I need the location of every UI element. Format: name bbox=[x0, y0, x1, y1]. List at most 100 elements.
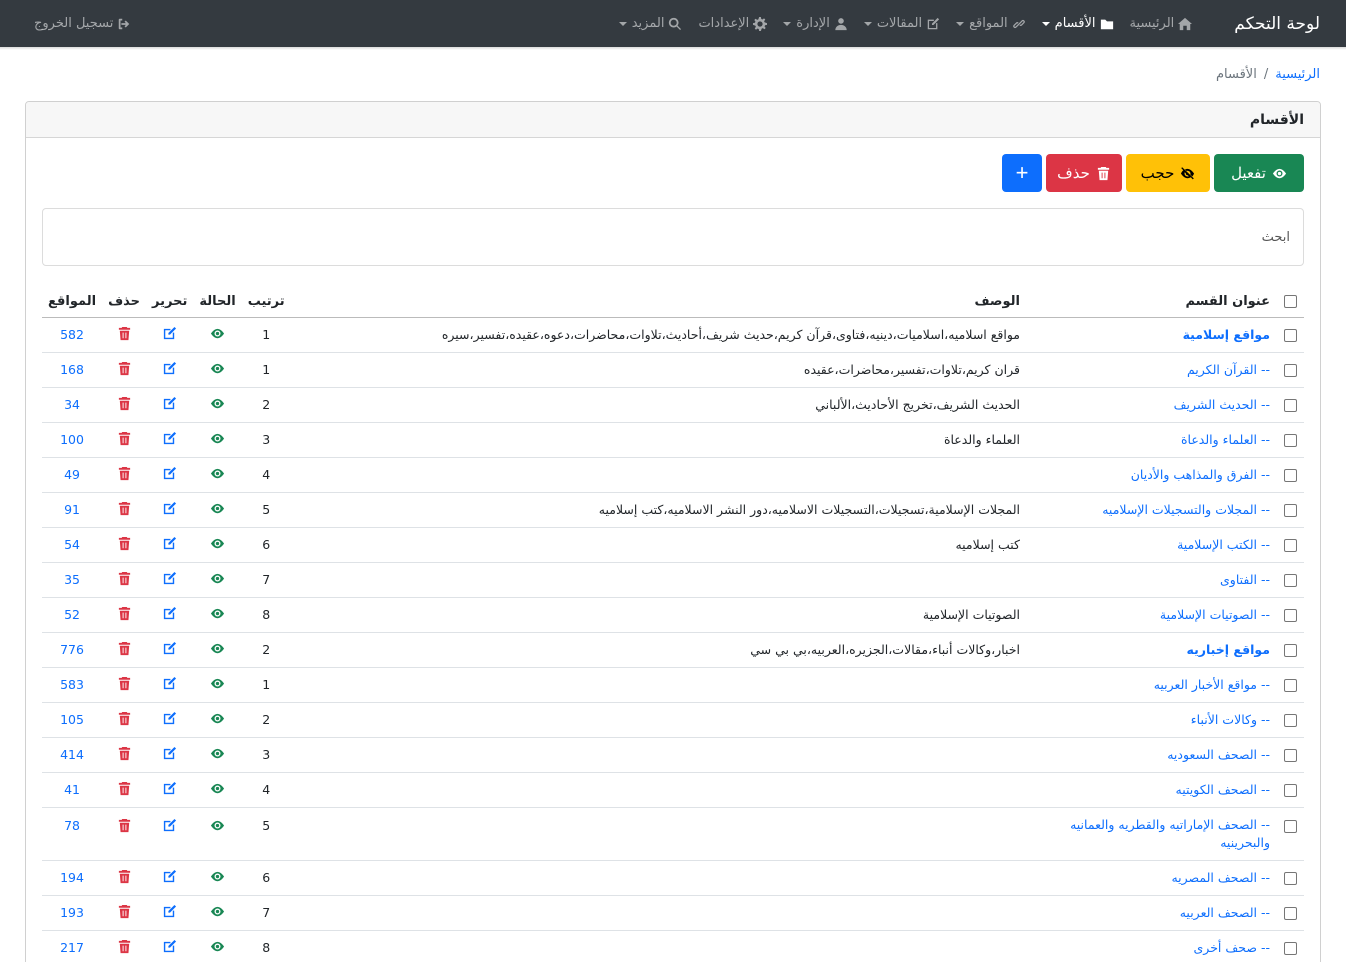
edit-icon[interactable] bbox=[162, 869, 177, 884]
status-eye-icon[interactable] bbox=[210, 818, 225, 833]
row-checkbox[interactable] bbox=[1283, 609, 1297, 622]
activate-button[interactable]: تفعيل bbox=[1214, 154, 1304, 192]
category-title-link[interactable]: -- الصوتيات الإسلامية bbox=[1160, 607, 1270, 622]
delete-trash-icon[interactable] bbox=[117, 361, 132, 376]
sites-count-link[interactable]: 583 bbox=[60, 677, 84, 692]
edit-icon[interactable] bbox=[162, 781, 177, 796]
delete-trash-icon[interactable] bbox=[117, 606, 132, 621]
category-title-link[interactable]: -- العلماء والدعاة bbox=[1181, 432, 1270, 447]
edit-icon[interactable] bbox=[162, 326, 177, 341]
header-sites[interactable]: المواقع bbox=[42, 287, 103, 318]
status-eye-icon[interactable] bbox=[210, 466, 225, 481]
status-eye-icon[interactable] bbox=[210, 711, 225, 726]
logout-link[interactable]: تسجيل الخروج bbox=[26, 16, 139, 31]
delete-button[interactable]: حذف bbox=[1046, 154, 1122, 192]
sites-count-link[interactable]: 52 bbox=[64, 607, 80, 622]
nav-item-6[interactable]: المزيد bbox=[611, 16, 691, 31]
edit-icon[interactable] bbox=[162, 431, 177, 446]
category-title-link[interactable]: مواقع إسلامية bbox=[1183, 327, 1270, 342]
row-checkbox[interactable] bbox=[1283, 644, 1297, 657]
delete-trash-icon[interactable] bbox=[117, 939, 132, 954]
row-checkbox[interactable] bbox=[1283, 329, 1297, 342]
delete-trash-icon[interactable] bbox=[117, 746, 132, 761]
search-input[interactable] bbox=[56, 229, 1290, 245]
status-eye-icon[interactable] bbox=[210, 904, 225, 919]
status-eye-icon[interactable] bbox=[210, 939, 225, 954]
row-checkbox[interactable] bbox=[1283, 714, 1297, 727]
row-checkbox[interactable] bbox=[1283, 872, 1297, 885]
navbar-brand[interactable]: لوحة التحكم bbox=[1234, 14, 1320, 34]
status-eye-icon[interactable] bbox=[210, 869, 225, 884]
hide-button[interactable]: حجب bbox=[1126, 154, 1210, 192]
status-eye-icon[interactable] bbox=[210, 361, 225, 376]
delete-trash-icon[interactable] bbox=[117, 501, 132, 516]
nav-item-5[interactable]: الإعدادات bbox=[690, 16, 775, 31]
edit-icon[interactable] bbox=[162, 818, 177, 833]
row-checkbox[interactable] bbox=[1283, 539, 1297, 552]
sites-count-link[interactable]: 776 bbox=[60, 642, 84, 657]
row-checkbox[interactable] bbox=[1283, 907, 1297, 920]
sites-count-link[interactable]: 168 bbox=[60, 362, 84, 377]
row-checkbox[interactable] bbox=[1283, 504, 1297, 517]
edit-icon[interactable] bbox=[162, 501, 177, 516]
row-checkbox[interactable] bbox=[1283, 469, 1297, 482]
category-title-link[interactable]: -- الصحف الكويتيه bbox=[1176, 782, 1270, 797]
delete-trash-icon[interactable] bbox=[117, 571, 132, 586]
status-eye-icon[interactable] bbox=[210, 326, 225, 341]
delete-trash-icon[interactable] bbox=[117, 711, 132, 726]
sites-count-link[interactable]: 582 bbox=[60, 327, 84, 342]
delete-trash-icon[interactable] bbox=[117, 781, 132, 796]
status-eye-icon[interactable] bbox=[210, 676, 225, 691]
sites-count-link[interactable]: 414 bbox=[60, 747, 84, 762]
header-title[interactable]: عنوان القسم bbox=[1026, 287, 1276, 318]
breadcrumb-home[interactable]: الرئيسية bbox=[1275, 67, 1320, 82]
select-all-checkbox[interactable] bbox=[1283, 295, 1297, 309]
edit-icon[interactable] bbox=[162, 571, 177, 586]
delete-trash-icon[interactable] bbox=[117, 818, 132, 833]
delete-trash-icon[interactable] bbox=[117, 904, 132, 919]
row-checkbox[interactable] bbox=[1283, 399, 1297, 412]
row-checkbox[interactable] bbox=[1283, 434, 1297, 447]
sites-count-link[interactable]: 78 bbox=[64, 818, 80, 833]
sites-count-link[interactable]: 41 bbox=[64, 782, 80, 797]
delete-trash-icon[interactable] bbox=[117, 326, 132, 341]
category-title-link[interactable]: -- الصحف المصريه bbox=[1171, 870, 1270, 885]
edit-icon[interactable] bbox=[162, 466, 177, 481]
delete-trash-icon[interactable] bbox=[117, 396, 132, 411]
row-checkbox[interactable] bbox=[1283, 364, 1297, 377]
category-title-link[interactable]: -- الصحف السعوديه bbox=[1167, 747, 1270, 762]
status-eye-icon[interactable] bbox=[210, 781, 225, 796]
sites-count-link[interactable]: 35 bbox=[64, 572, 80, 587]
header-order[interactable]: ترتيب bbox=[241, 287, 291, 318]
edit-icon[interactable] bbox=[162, 361, 177, 376]
category-title-link[interactable]: -- الفتاوى bbox=[1220, 572, 1270, 587]
category-title-link[interactable]: -- وكالات الأنباء bbox=[1191, 712, 1270, 727]
nav-item-4[interactable]: الإدارة bbox=[775, 16, 856, 31]
edit-icon[interactable] bbox=[162, 606, 177, 621]
row-checkbox[interactable] bbox=[1283, 749, 1297, 762]
edit-icon[interactable] bbox=[162, 746, 177, 761]
category-title-link[interactable]: مواقع إخباريه bbox=[1187, 642, 1271, 657]
status-eye-icon[interactable] bbox=[210, 746, 225, 761]
category-title-link[interactable]: -- صحف أخرى bbox=[1194, 940, 1270, 955]
delete-trash-icon[interactable] bbox=[117, 466, 132, 481]
edit-icon[interactable] bbox=[162, 904, 177, 919]
row-checkbox[interactable] bbox=[1283, 784, 1297, 797]
row-checkbox[interactable] bbox=[1283, 574, 1297, 587]
sites-count-link[interactable]: 193 bbox=[60, 905, 84, 920]
category-title-link[interactable]: -- الحديث الشريف bbox=[1174, 397, 1270, 412]
sites-count-link[interactable]: 91 bbox=[64, 502, 80, 517]
sites-count-link[interactable]: 49 bbox=[64, 467, 80, 482]
delete-trash-icon[interactable] bbox=[117, 676, 132, 691]
sites-count-link[interactable]: 100 bbox=[60, 432, 84, 447]
nav-item-1[interactable]: الأقسام bbox=[1034, 16, 1122, 31]
delete-trash-icon[interactable] bbox=[117, 641, 132, 656]
row-checkbox[interactable] bbox=[1283, 679, 1297, 692]
category-title-link[interactable]: -- الصحف العربيه bbox=[1180, 905, 1270, 920]
delete-trash-icon[interactable] bbox=[117, 431, 132, 446]
category-title-link[interactable]: -- القرآن الكريم bbox=[1187, 362, 1270, 377]
category-title-link[interactable]: -- الكتب الإسلامية bbox=[1177, 537, 1270, 552]
nav-item-2[interactable]: المواقع bbox=[948, 16, 1034, 31]
edit-icon[interactable] bbox=[162, 641, 177, 656]
header-desc[interactable]: الوصف bbox=[290, 287, 1026, 318]
